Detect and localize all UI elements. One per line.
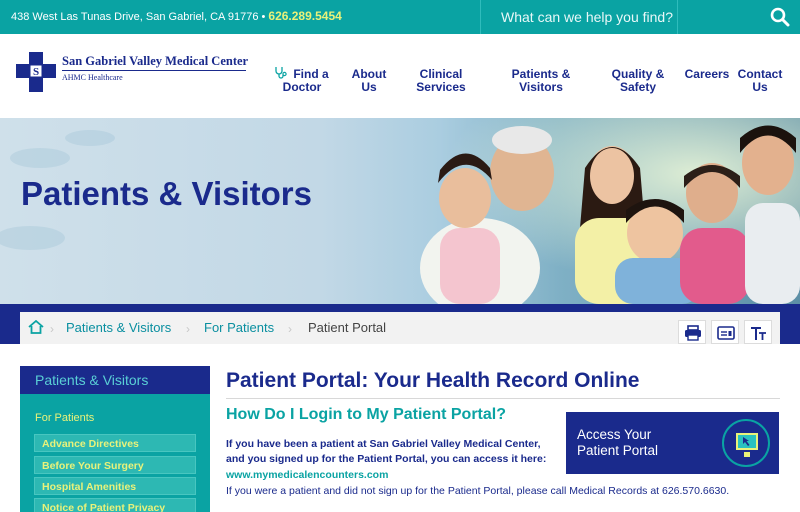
breadcrumb-separator: › bbox=[186, 322, 190, 336]
card-icon[interactable] bbox=[711, 320, 739, 344]
sidebar-item-advance-directives[interactable]: Advance Directives bbox=[34, 434, 196, 452]
intro-paragraph: If you have been a patient at San Gabrie… bbox=[226, 437, 556, 467]
nav-patients-visitors[interactable]: Patients & Visitors bbox=[503, 68, 579, 94]
nav-contact-us[interactable]: Contact Us bbox=[734, 68, 786, 94]
breadcrumb-separator: › bbox=[50, 322, 54, 336]
section-heading: How Do I Login to My Patient Portal? bbox=[226, 406, 506, 423]
nav-quality-safety-line1: Quality & bbox=[611, 67, 665, 81]
print-icon[interactable] bbox=[678, 320, 706, 344]
access-portal-line2: Patient Portal bbox=[577, 443, 659, 458]
records-paragraph: If you were a patient and did not sign u… bbox=[226, 485, 730, 497]
sidebar-item-notice-of-patient-privacy[interactable]: Notice of Patient Privacy bbox=[34, 498, 196, 512]
breadcrumb-patients-visitors[interactable]: Patients & Visitors bbox=[66, 320, 171, 335]
sidebar-heading: Patients & Visitors bbox=[20, 366, 210, 394]
breadcrumb-separator: › bbox=[288, 322, 292, 336]
monitor-icon bbox=[722, 419, 770, 467]
search-input[interactable]: What can we help you find? bbox=[480, 0, 678, 34]
logo-rule bbox=[62, 70, 246, 71]
nav-find-a-doctor-line2: Doctor bbox=[282, 80, 322, 94]
hero-title: Patients & Visitors bbox=[21, 175, 312, 212]
nav-quality-safety[interactable]: Quality & Safety bbox=[604, 68, 672, 94]
nav-quality-safety-line2: Safety bbox=[619, 80, 657, 94]
access-portal-label: Access Your Patient Portal bbox=[577, 427, 658, 459]
sidebar-heading-text: Patients & Visitors bbox=[35, 372, 149, 388]
intro-line-2: and you signed up for the Patient Portal… bbox=[226, 453, 547, 465]
nav-about-us[interactable]: About Us bbox=[347, 68, 391, 94]
address-text: 438 West Las Tunas Drive, San Gabriel, C… bbox=[11, 11, 269, 23]
phone-link[interactable]: 626.289.5454 bbox=[268, 9, 341, 23]
logo-name: San Gabriel Valley Medical Center bbox=[62, 54, 249, 68]
site-logo[interactable]: S San Gabriel Valley Medical Center AHMC… bbox=[16, 52, 249, 92]
nav-about-us-line2: Us bbox=[361, 80, 377, 94]
breadcrumb-bar: › Patients & Visitors › For Patients › P… bbox=[20, 312, 780, 344]
intro-line-1: If you have been a patient at San Gabrie… bbox=[226, 438, 541, 450]
search-placeholder: What can we help you find? bbox=[501, 9, 673, 25]
logo-mark-letter: S bbox=[33, 66, 39, 78]
logo-subtitle: AHMC Healthcare bbox=[62, 73, 123, 82]
monitor-screen bbox=[736, 433, 758, 450]
access-portal-line1: Access Your bbox=[577, 427, 652, 442]
page-title: Patient Portal: Your Health Record Onlin… bbox=[226, 369, 640, 392]
nav-contact-us-line1: Contact bbox=[737, 67, 783, 81]
portal-link[interactable]: www.mymedicalencounters.com bbox=[226, 469, 388, 481]
nav-clinical-services[interactable]: Clinical Services bbox=[408, 68, 474, 94]
hero-banner: Patients & Visitors bbox=[0, 118, 800, 304]
nav-careers[interactable]: Careers bbox=[681, 68, 733, 81]
top-bar: 438 West Las Tunas Drive, San Gabriel, C… bbox=[0, 0, 800, 34]
divider bbox=[226, 398, 780, 399]
nav-patients-visitors-line2: Visitors bbox=[519, 80, 563, 94]
breadcrumb-current: Patient Portal bbox=[308, 320, 387, 335]
breadcrumb-for-patients[interactable]: For Patients bbox=[204, 320, 274, 335]
nav-find-a-doctor[interactable]: Find a Doctor bbox=[283, 68, 339, 94]
nav-about-us-line1: About bbox=[351, 67, 387, 81]
text-size-icon[interactable] bbox=[744, 320, 772, 344]
monitor-stand bbox=[744, 452, 750, 457]
nav-find-a-doctor-line1: Find a bbox=[293, 67, 329, 81]
access-portal-button[interactable]: Access Your Patient Portal bbox=[566, 412, 779, 474]
nav-contact-us-line2: Us bbox=[752, 80, 768, 94]
search-icon[interactable] bbox=[770, 7, 792, 29]
sidebar-nav: For Patients Advance Directives Before Y… bbox=[20, 394, 210, 512]
sidebar-category[interactable]: For Patients bbox=[35, 412, 94, 424]
address-line: 438 West Las Tunas Drive, San Gabriel, C… bbox=[11, 9, 342, 23]
cross-logo-icon: S bbox=[16, 52, 56, 92]
sidebar-item-hospital-amenities[interactable]: Hospital Amenities bbox=[34, 477, 196, 495]
site-header: S San Gabriel Valley Medical Center AHMC… bbox=[0, 34, 800, 118]
home-icon[interactable] bbox=[28, 319, 44, 334]
nav-patients-visitors-line1: Patients & bbox=[511, 67, 571, 81]
nav-clinical-services-line1: Clinical bbox=[419, 67, 463, 81]
nav-clinical-services-line2: Services bbox=[416, 80, 466, 94]
sidebar-item-before-your-surgery[interactable]: Before Your Surgery bbox=[34, 456, 196, 474]
